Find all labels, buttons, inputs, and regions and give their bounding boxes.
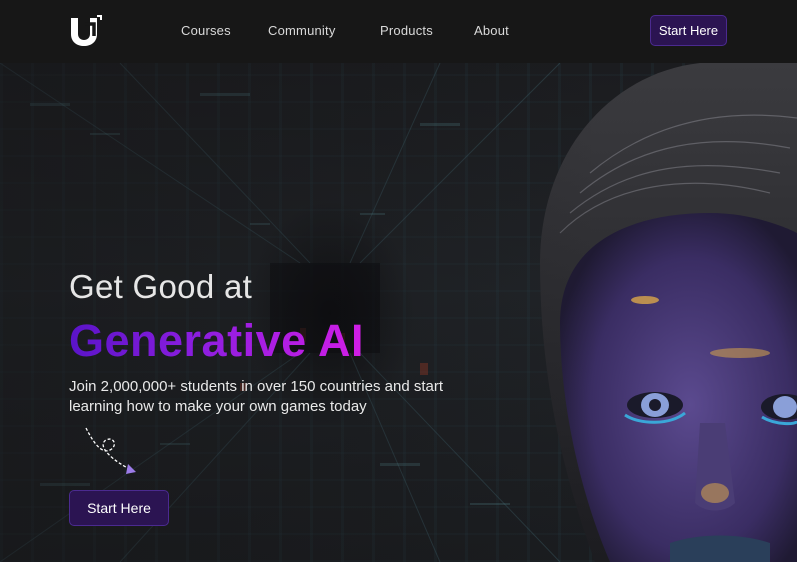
hero-headline-highlight: Generative AI xyxy=(69,315,364,366)
hero-section: Get Good at Generative AI Join 2,000,000… xyxy=(0,63,797,562)
nav-link-courses[interactable]: Courses xyxy=(181,23,231,38)
top-nav: Courses Community Products About Start H… xyxy=(0,0,797,63)
hero-start-here-button[interactable]: Start Here xyxy=(69,490,169,526)
nav-link-products[interactable]: Products xyxy=(380,23,433,38)
nav-link-community[interactable]: Community xyxy=(268,23,336,38)
nav-link-about[interactable]: About xyxy=(474,23,509,38)
brand-logo-icon[interactable] xyxy=(67,14,103,48)
curly-arrow-icon xyxy=(85,427,136,474)
hero-headline-line1: Get Good at xyxy=(69,268,253,305)
nav-start-here-button[interactable]: Start Here xyxy=(650,15,727,46)
hero-overlay xyxy=(0,63,600,562)
hero-subtext: Join 2,000,000+ students in over 150 cou… xyxy=(69,378,443,415)
